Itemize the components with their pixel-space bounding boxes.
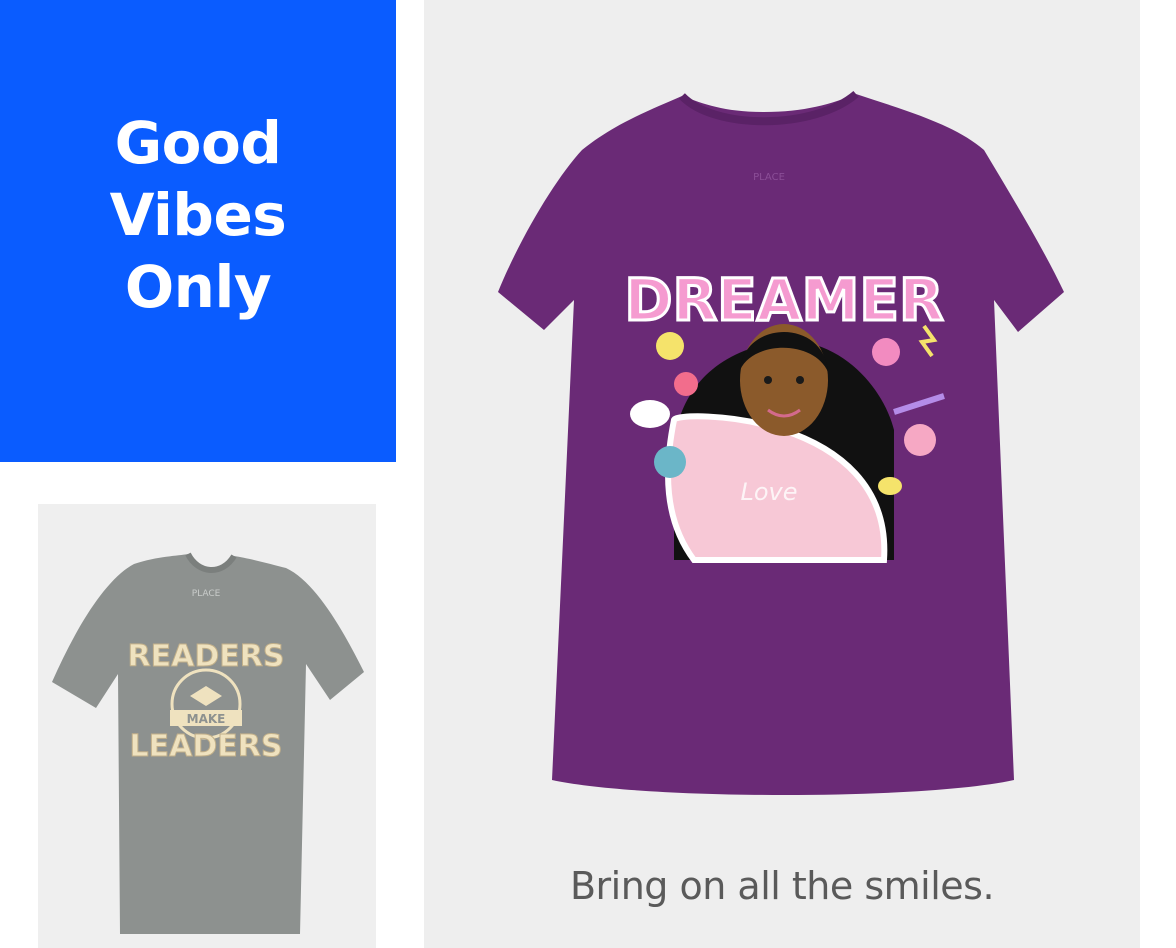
print-bottom-text: LEADERS xyxy=(130,729,283,764)
promo-headline-line: Only xyxy=(124,252,272,321)
tagline: Bring on all the smiles. xyxy=(569,864,995,908)
promo-headline-line: Vibes xyxy=(109,180,287,249)
print-mid-text: MAKE xyxy=(187,712,226,726)
readers-tee-image: PLACE READERS MAKE LEADERS xyxy=(52,552,364,934)
promo-headline: Good Vibes Only xyxy=(48,107,348,323)
product-card-readers-tee[interactable]: PLACE READERS MAKE LEADERS xyxy=(38,504,376,948)
product-card-dreamer-tee[interactable]: PLACE DREAMER Love Bring on all the smil… xyxy=(424,0,1140,948)
brand-tag: PLACE xyxy=(753,172,785,183)
promo-banner[interactable]: Good Vibes Only xyxy=(0,0,396,462)
brand-tag: PLACE xyxy=(192,589,221,599)
sweater-text: Love xyxy=(740,478,797,506)
print-title-text: DREAMER xyxy=(624,266,943,334)
promo-headline-line: Good xyxy=(114,108,282,177)
dreamer-tee-image: PLACE DREAMER Love xyxy=(498,90,1064,795)
